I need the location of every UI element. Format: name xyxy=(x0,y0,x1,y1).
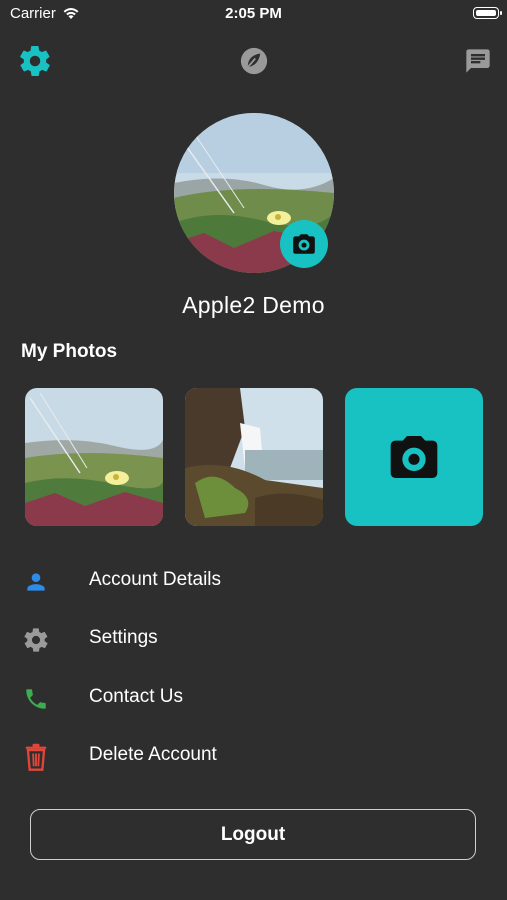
camera-icon xyxy=(293,234,315,254)
logout-button[interactable]: Logout xyxy=(30,809,476,860)
menu-item-label: Contact Us xyxy=(89,686,183,707)
status-time: 2:05 PM xyxy=(225,5,282,22)
menu-item-label: Settings xyxy=(89,627,158,648)
camera-icon xyxy=(390,436,438,478)
trash-icon xyxy=(20,741,52,773)
gear-icon xyxy=(20,624,52,656)
menu-item-account-details[interactable]: Account Details xyxy=(0,556,507,606)
chat-icon[interactable] xyxy=(459,42,497,80)
settings-gear-icon[interactable] xyxy=(16,42,54,80)
menu-item-settings[interactable]: Settings xyxy=(0,614,507,664)
leaf-icon[interactable] xyxy=(235,42,273,80)
menu-item-label: Account Details xyxy=(89,569,222,590)
phone-icon xyxy=(20,683,52,715)
photo-thumbnail-flowers[interactable] xyxy=(25,388,163,526)
profile-name: Apple2 Demo xyxy=(182,292,325,318)
menu-item-delete-account[interactable]: Delete Account xyxy=(0,731,507,781)
menu-item-label: Delete Account xyxy=(89,744,217,765)
my-photos-title: My Photos xyxy=(21,341,118,362)
person-icon xyxy=(20,566,52,598)
battery-icon xyxy=(473,7,502,19)
change-avatar-button[interactable] xyxy=(280,220,328,268)
photo-thumbnail-waterfall[interactable] xyxy=(185,388,323,526)
menu-item-contact-us[interactable]: Contact Us xyxy=(0,673,507,723)
add-photo-button[interactable] xyxy=(345,388,483,526)
